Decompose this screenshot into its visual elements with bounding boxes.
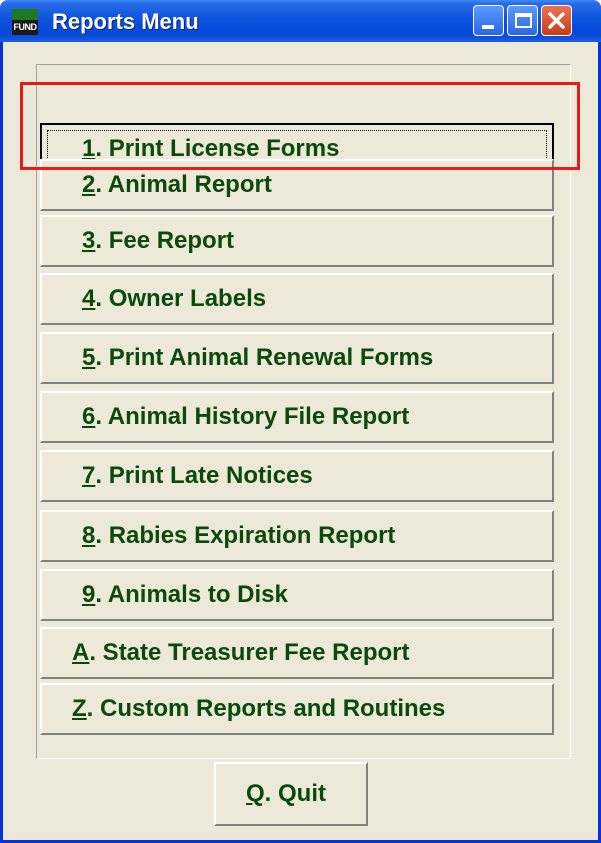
minimize-icon — [482, 25, 494, 29]
owner-labels-button[interactable]: 4. Owner Labels — [40, 273, 554, 325]
button-label: . Print Late Notices — [95, 462, 313, 489]
button-hotkey: 8 — [82, 522, 96, 549]
button-hotkey: 7 — [82, 462, 96, 489]
app-icon-label: FUND — [12, 20, 38, 35]
maximize-icon — [515, 13, 532, 28]
button-hotkey: 5 — [82, 344, 96, 371]
close-button[interactable] — [541, 5, 572, 36]
print-late-notices-button[interactable]: 7. Print Late Notices — [40, 450, 554, 502]
button-label: . Quit — [264, 780, 326, 807]
button-hotkey: 6 — [82, 403, 96, 430]
minimize-button[interactable] — [473, 5, 504, 36]
button-hotkey: Q — [246, 780, 265, 807]
maximize-button[interactable] — [507, 5, 538, 36]
button-hotkey: 3 — [82, 227, 96, 254]
highlight-annotation-box — [20, 82, 580, 170]
rabies-expiration-report-button[interactable]: 8. Rabies Expiration Report — [40, 510, 554, 562]
button-hotkey: 4 — [82, 285, 96, 312]
button-label: . Owner Labels — [95, 285, 267, 312]
custom-reports-and-routines-button[interactable]: Z. Custom Reports and Routines — [40, 683, 554, 735]
fund-app-icon: FUND — [12, 9, 38, 35]
button-label: . Print Animal Renewal Forms — [95, 344, 434, 371]
button-label: . Animals to Disk — [95, 581, 288, 608]
button-label: . Custom Reports and Routines — [86, 695, 446, 722]
button-label: . Animal Report — [95, 171, 272, 198]
button-label: . Animal History File Report — [95, 403, 410, 430]
title-bar[interactable]: FUND Reports Menu — [0, 0, 601, 42]
button-label: . State Treasurer Fee Report — [89, 639, 410, 666]
button-hotkey: Z — [72, 695, 87, 722]
quit-button[interactable]: Q. Quit — [214, 762, 368, 826]
window-title: Reports Menu — [52, 9, 199, 34]
fee-report-button[interactable]: 3. Fee Report — [40, 215, 554, 267]
button-label: . Rabies Expiration Report — [95, 522, 396, 549]
button-hotkey: 2 — [82, 171, 96, 198]
print-animal-renewal-forms-button[interactable]: 5. Print Animal Renewal Forms — [40, 332, 554, 384]
close-icon — [548, 12, 565, 29]
button-hotkey: A — [72, 639, 90, 666]
state-treasurer-fee-report-button[interactable]: A. State Treasurer Fee Report — [40, 627, 554, 679]
animals-to-disk-button[interactable]: 9. Animals to Disk — [40, 569, 554, 621]
button-label: . Fee Report — [95, 227, 235, 254]
button-hotkey: 9 — [82, 581, 96, 608]
animal-history-file-report-button[interactable]: 6. Animal History File Report — [40, 391, 554, 443]
